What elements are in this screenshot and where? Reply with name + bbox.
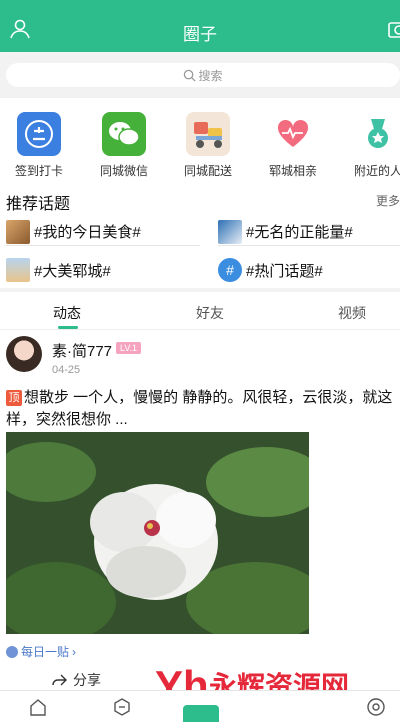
topic-item[interactable]: #大美郓城#: [6, 256, 200, 284]
section-title: 推荐话题: [6, 196, 71, 213]
circle-tab-active[interactable]: [183, 705, 219, 722]
shortcut-label: 同城配送: [183, 164, 232, 178]
share-button[interactable]: 分享: [52, 670, 101, 690]
search-input[interactable]: 搜索: [6, 63, 400, 87]
heart-icon: [271, 112, 315, 156]
app-header: 圈子: [0, 8, 400, 52]
page-title: 圈子: [183, 25, 217, 44]
topic-thumbnail: [6, 258, 30, 282]
feed: 动态 好友 视频 素·简777 LV.1 04-25 顶想散步 一个人，慢慢的 …: [0, 292, 400, 722]
tab-friends[interactable]: 好友: [196, 303, 224, 323]
home-icon[interactable]: [28, 697, 48, 717]
topic-item[interactable]: #无名的正能量#: [218, 218, 400, 246]
post-image[interactable]: [6, 432, 309, 634]
post-author[interactable]: 素·简777: [52, 340, 112, 361]
tab-videos[interactable]: 视频: [338, 303, 366, 323]
topic-label: #大美郓城#: [34, 262, 111, 280]
nearby-icon: [356, 112, 400, 156]
topic-label: #我的今日美食#: [34, 224, 141, 241]
shortcut-dating[interactable]: 郓城相亲: [253, 112, 333, 179]
shortcut-checkin[interactable]: 签到打卡: [0, 112, 79, 179]
share-label: 分享: [73, 672, 101, 688]
search-placeholder: 搜索: [198, 68, 223, 83]
level-badge: LV.1: [116, 342, 142, 354]
feed-tabs: 动态 好友 视频: [0, 292, 400, 330]
tab-dynamics[interactable]: 动态: [53, 303, 81, 323]
status-bar: [0, 0, 400, 8]
shortcut-label: 签到打卡: [14, 164, 63, 178]
topic-label: #热门话题#: [246, 262, 323, 280]
tag-icon: [6, 645, 18, 658]
camera-icon[interactable]: [388, 19, 400, 39]
shortcut-nearby[interactable]: 附近的人: [338, 112, 400, 179]
search-icon: [184, 69, 197, 82]
topic-thumbnail: [218, 219, 242, 244]
post-tag[interactable]: 每日一贴 ›: [6, 643, 76, 660]
hexagon-icon[interactable]: [112, 697, 132, 717]
profile-icon[interactable]: [366, 697, 386, 717]
topic-item[interactable]: #我的今日美食#: [6, 218, 200, 246]
topic-item[interactable]: # #热门话题#: [218, 256, 400, 284]
more-link[interactable]: 更多: [376, 192, 400, 209]
avatar[interactable]: [6, 336, 42, 372]
shortcut-delivery[interactable]: 同城配送: [168, 112, 248, 179]
shortcut-wechat[interactable]: 同城微信: [84, 112, 164, 179]
share-icon: [52, 674, 67, 686]
post-date: 04-25: [52, 364, 81, 376]
shortcut-label: 郓城相亲: [268, 164, 317, 178]
chevron-right-icon: ›: [72, 644, 77, 659]
hashtag-icon: #: [218, 258, 242, 282]
post-text[interactable]: 顶想散步 一个人，慢慢的 静静的。风很轻，云很淡，就这样，突然很想你 ...: [6, 387, 396, 431]
wechat-icon: [102, 112, 146, 156]
active-tab-indicator: [58, 326, 78, 329]
topic-label: #无名的正能量#: [246, 224, 353, 241]
checkin-icon: [17, 112, 61, 156]
bottom-nav: [0, 690, 400, 722]
recommended-topics: 推荐话题 更多 #我的今日美食# #无名的正能量# #大美郓城# # #热门话题…: [0, 184, 400, 288]
shortcut-grid: 签到打卡 同城微信 同城配送 郓城相亲 附近的人: [0, 98, 400, 184]
topic-thumbnail: [6, 219, 30, 244]
delivery-icon: [186, 112, 230, 156]
shortcut-label: 同城微信: [99, 164, 148, 178]
tag-label: 每日一贴: [21, 645, 70, 659]
post-body: 想散步 一个人，慢慢的 静静的。风很轻，云很淡，就这样，突然很想你 ...: [6, 389, 393, 428]
search-bar: 搜索: [0, 52, 400, 98]
pin-badge: 顶: [6, 390, 22, 406]
shortcut-label: 附近的人: [353, 164, 400, 178]
